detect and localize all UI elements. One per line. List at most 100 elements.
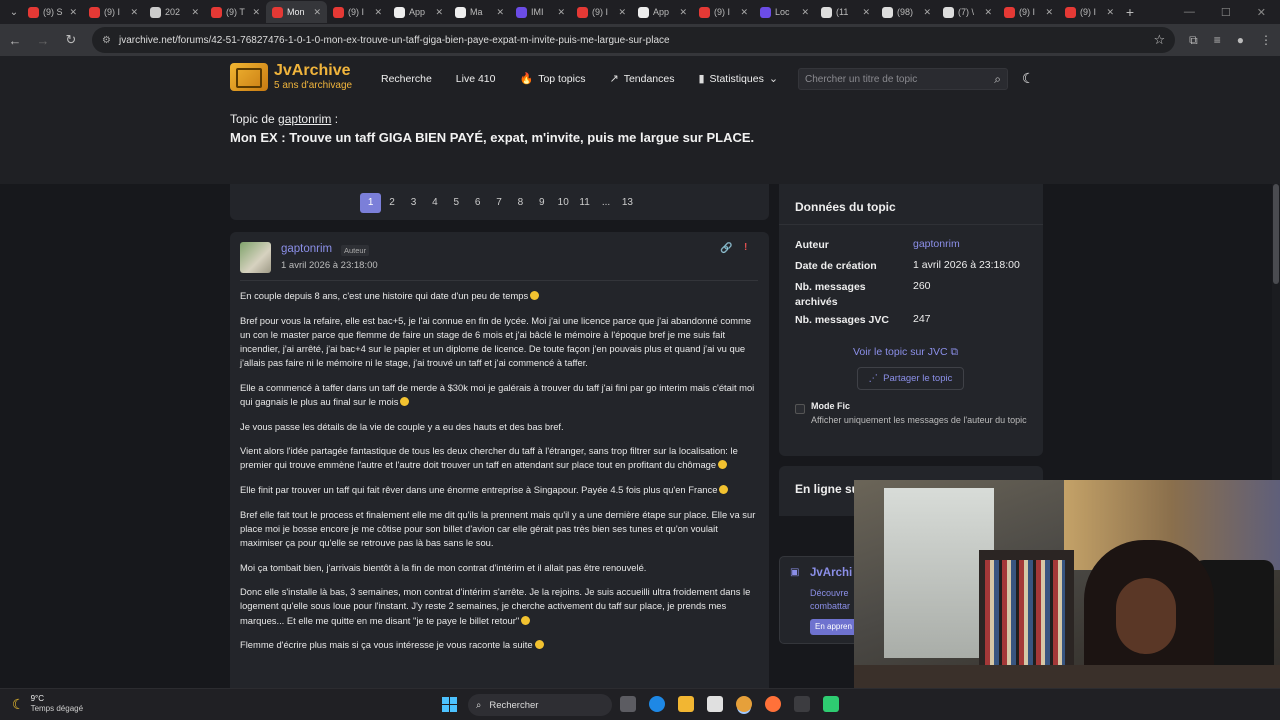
promo-learn-button[interactable]: En appren: [810, 619, 858, 635]
page-link[interactable]: 8: [510, 193, 531, 213]
capcut-icon[interactable]: [794, 696, 810, 712]
browser-tab[interactable]: (11 ✕: [815, 1, 876, 23]
taskbar-search-label: Rechercher: [489, 699, 539, 711]
tab-close-icon[interactable]: ✕: [1045, 7, 1053, 18]
browser-tab[interactable]: (9) I ✕: [1059, 1, 1120, 23]
bookmark-star-icon[interactable]: ☆: [1154, 32, 1166, 48]
page-link[interactable]: 5: [446, 193, 467, 213]
browser-tab[interactable]: App ✕: [632, 1, 693, 23]
tab-close-icon[interactable]: ✕: [984, 7, 992, 18]
tab-close-icon[interactable]: ✕: [374, 7, 382, 18]
tab-close-icon[interactable]: ✕: [557, 7, 565, 18]
avatar[interactable]: [240, 242, 271, 273]
search-placeholder: Chercher un titre de topic: [805, 73, 918, 85]
tab-close-icon[interactable]: ✕: [923, 7, 931, 18]
page-link[interactable]: 1: [360, 193, 382, 213]
chevron-down-icon: ⌄: [768, 73, 779, 85]
site-logo[interactable]: JvArchive 5 ans d'archivage: [230, 62, 352, 91]
tab-close-icon[interactable]: ✕: [313, 7, 321, 18]
nav-tendances[interactable]: ↗ Tendances: [609, 72, 674, 86]
nav-recherche[interactable]: Recherche: [381, 72, 432, 85]
task-view-icon[interactable]: [620, 696, 636, 712]
profile-icon[interactable]: ●: [1237, 33, 1244, 48]
close-window-icon[interactable]: ✕: [1257, 6, 1266, 19]
browser-tab[interactable]: (9) S ✕: [22, 1, 83, 23]
mode-fic-description: Afficher uniquement les messages de l'au…: [811, 415, 1027, 425]
tab-close-icon[interactable]: ✕: [679, 7, 687, 18]
file-explorer-icon[interactable]: [678, 696, 694, 712]
reload-icon[interactable]: ↻: [64, 32, 78, 48]
taskbar-search[interactable]: ⌕ Rechercher: [468, 694, 612, 716]
browser-tab[interactable]: (9) I ✕: [571, 1, 632, 23]
page-link[interactable]: 11: [574, 193, 595, 213]
store-icon[interactable]: [707, 696, 723, 712]
browser-tab[interactable]: (9) I ✕: [327, 1, 388, 23]
topic-author-link[interactable]: gaptonrim: [278, 112, 331, 126]
page-link[interactable]: 4: [424, 193, 445, 213]
view-on-jvc-link[interactable]: Voir le topic sur JVC ⧉: [853, 346, 958, 359]
scroll-thumb[interactable]: [1273, 184, 1279, 284]
nav-statistiques[interactable]: ▮ Statistiques ⌄: [698, 72, 779, 86]
share-topic-button[interactable]: ⋰ Partager le topic: [857, 367, 964, 390]
minimize-icon[interactable]: —: [1184, 6, 1195, 19]
browser-tab[interactable]: (9) I ✕: [83, 1, 144, 23]
report-icon[interactable]: !: [744, 242, 747, 253]
page-link[interactable]: 7: [488, 193, 509, 213]
tab-label: (9) T: [226, 7, 245, 17]
browser-tab[interactable]: Mon ✕: [266, 1, 327, 23]
tab-close-icon[interactable]: ✕: [1106, 7, 1114, 18]
maximize-icon[interactable]: ☐: [1221, 6, 1231, 19]
page-link[interactable]: 9: [531, 193, 552, 213]
page-link[interactable]: 2: [381, 193, 402, 213]
media-icon[interactable]: ≡: [1214, 33, 1221, 48]
browser-tab[interactable]: (98) ✕: [876, 1, 937, 23]
browser-tab[interactable]: (9) I ✕: [693, 1, 754, 23]
forward-icon[interactable]: →: [36, 33, 50, 48]
site-info-icon[interactable]: ⚙: [102, 35, 111, 46]
permalink-icon[interactable]: 🔗: [720, 243, 732, 254]
extensions-icon[interactable]: ⧉: [1189, 33, 1198, 48]
browser-tab[interactable]: (7) \ ✕: [937, 1, 998, 23]
weather-widget[interactable]: ☾ 9°C Temps dégagé: [12, 694, 83, 714]
topic-search-input[interactable]: Chercher un titre de topic ⌕: [798, 68, 1008, 90]
page-link[interactable]: 6: [467, 193, 488, 213]
tab-close-icon[interactable]: ✕: [130, 7, 138, 18]
tab-close-icon[interactable]: ✕: [801, 7, 809, 18]
menu-icon[interactable]: ⋮: [1260, 33, 1272, 48]
page-link[interactable]: 13: [617, 193, 638, 213]
browser-tab[interactable]: 202 ✕: [144, 1, 205, 23]
page-link[interactable]: 3: [403, 193, 424, 213]
tab-close-icon[interactable]: ✕: [252, 7, 260, 18]
nav-live[interactable]: Live 410: [456, 72, 496, 85]
chrome-icon[interactable]: [736, 696, 752, 712]
tab-close-icon[interactable]: ✕: [740, 7, 748, 18]
browser-tab[interactable]: App ✕: [388, 1, 449, 23]
tab-close-icon[interactable]: ✕: [496, 7, 504, 18]
mode-fic-checkbox[interactable]: [795, 404, 805, 414]
edge-icon[interactable]: [649, 696, 665, 712]
firefox-icon[interactable]: [765, 696, 781, 712]
tab-close-icon[interactable]: ✕: [618, 7, 626, 18]
browser-tab[interactable]: Loc ✕: [754, 1, 815, 23]
tab-close-icon[interactable]: ✕: [69, 7, 77, 18]
tab-close-icon[interactable]: ✕: [191, 7, 199, 18]
dark-mode-moon-icon[interactable]: ☾: [1022, 70, 1035, 87]
tab-close-icon[interactable]: ✕: [862, 7, 870, 18]
windows-start-icon[interactable]: [442, 697, 457, 712]
nav-top-topics[interactable]: 🔥 Top topics: [519, 72, 585, 86]
webcam-window: [884, 488, 994, 658]
search-icon[interactable]: ⌕: [994, 72, 1001, 87]
tab-close-icon[interactable]: ✕: [435, 7, 443, 18]
browser-tab[interactable]: IMI ✕: [510, 1, 571, 23]
browser-tab[interactable]: Ma ✕: [449, 1, 510, 23]
browser-tab[interactable]: (9) I ✕: [998, 1, 1059, 23]
info-author-link[interactable]: gaptonrim: [913, 238, 1053, 250]
new-tab-button[interactable]: +: [1120, 4, 1140, 20]
page-link[interactable]: 10: [553, 193, 574, 213]
post-author[interactable]: gaptonrim: [281, 243, 332, 255]
url-field[interactable]: ⚙ jvarchive.net/forums/42-51-76827476-1-…: [92, 27, 1176, 53]
back-icon[interactable]: ←: [8, 33, 22, 48]
browser-tab[interactable]: (9) T ✕: [205, 1, 266, 23]
tab-search-chevron-icon[interactable]: ⌄: [6, 7, 22, 18]
app-icon[interactable]: [823, 696, 839, 712]
